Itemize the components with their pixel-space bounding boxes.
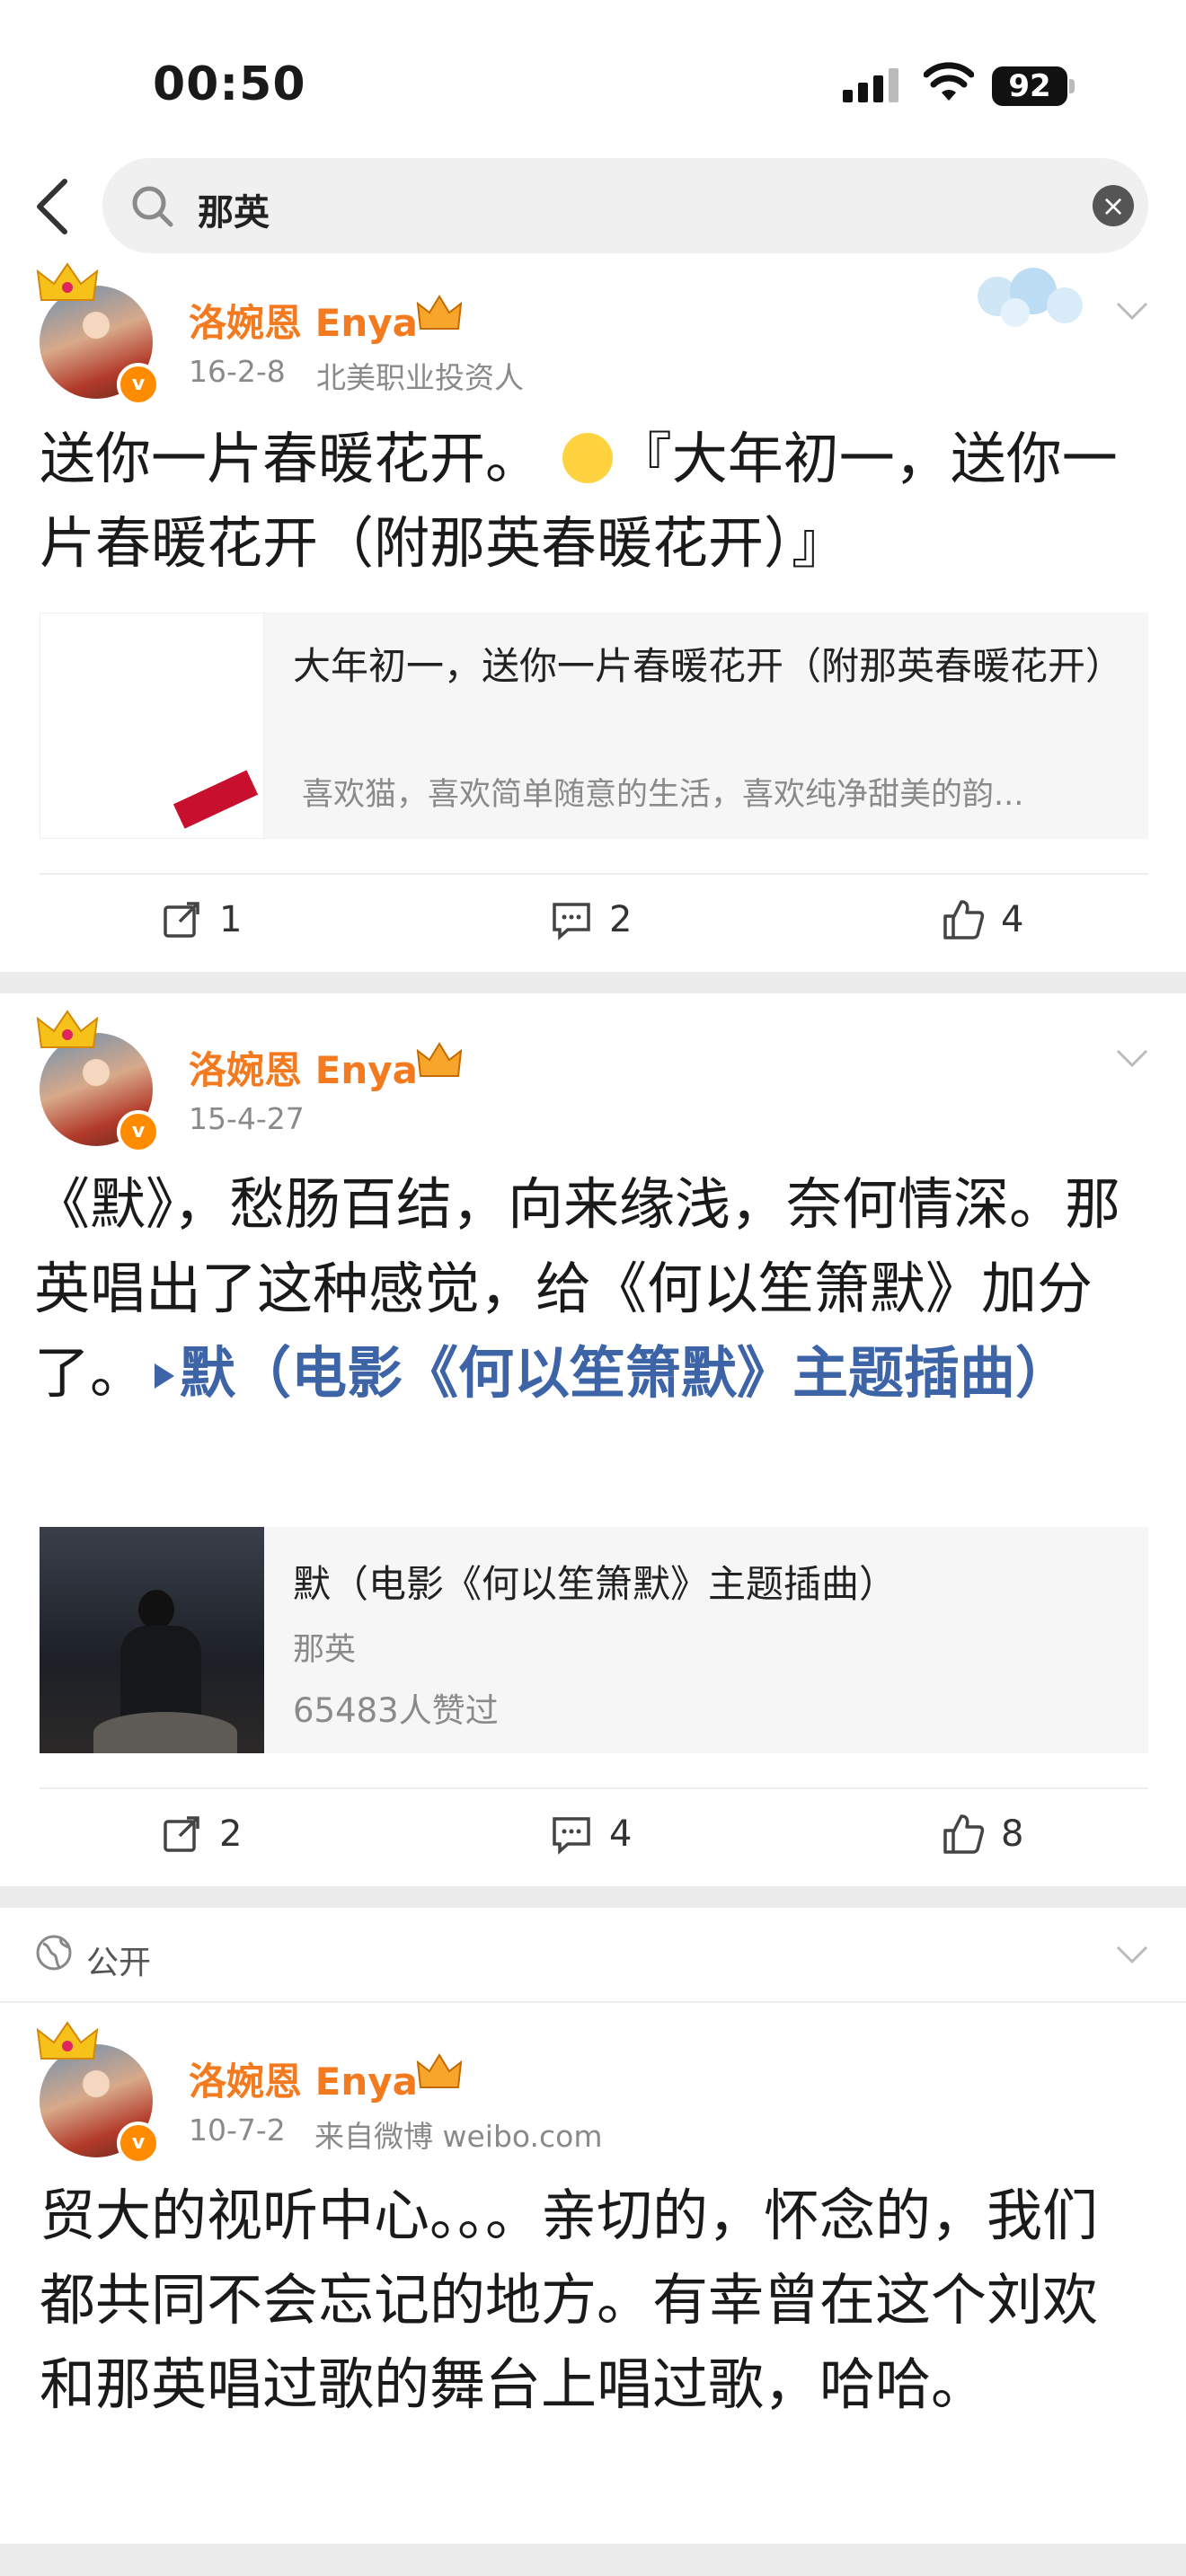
sun-emoji-icon xyxy=(562,433,613,483)
post-source: 北美职业投资人 xyxy=(316,360,524,395)
post-date: 16-2-8 xyxy=(189,354,286,389)
divider xyxy=(0,2001,1186,2003)
repost-icon xyxy=(164,902,199,938)
chevron-down-icon[interactable] xyxy=(1114,300,1150,322)
section-divider xyxy=(0,1886,1186,1908)
verified-badge: v xyxy=(117,1110,160,1153)
section-divider xyxy=(0,972,1186,993)
member-crown-icon xyxy=(416,295,463,330)
wifi-icon xyxy=(924,62,974,101)
cellular-signal-icon xyxy=(843,66,900,102)
thumbs-up-icon xyxy=(943,1814,985,1854)
clear-search-button[interactable]: × xyxy=(1093,185,1134,226)
username[interactable]: 洛婉恩 Enya xyxy=(189,1040,418,1095)
like-button[interactable]: 4 xyxy=(942,893,1023,947)
repost-button[interactable]: 2 xyxy=(160,1807,242,1861)
flower-decoration-icon xyxy=(978,268,1083,327)
crown-icon xyxy=(36,262,99,301)
comment-icon xyxy=(553,1817,590,1855)
card-artist: 那英 xyxy=(293,1632,357,1668)
chevron-down-icon[interactable] xyxy=(1114,1047,1150,1069)
post-date: 10-7-2 xyxy=(189,2113,286,2148)
like-button[interactable]: 8 xyxy=(942,1807,1023,1861)
play-icon xyxy=(155,1363,175,1389)
verified-badge: v xyxy=(117,363,160,406)
music-link[interactable]: 默（电影《何以笙箫默》主题插曲） xyxy=(146,1340,1071,1406)
comment-button[interactable]: 2 xyxy=(550,893,632,947)
battery-cap xyxy=(1069,79,1075,93)
post-text: 贸大的视听中心。。。亲切的，怀念的，我们都共同不会忘记的地方。有幸曾在这个刘欢和… xyxy=(40,2183,1099,2417)
username[interactable]: 洛婉恩 Enya xyxy=(189,293,418,348)
crown-icon xyxy=(36,1010,99,1048)
divider xyxy=(40,1787,1148,1789)
section-divider xyxy=(0,2544,1186,2576)
verified-badge: v xyxy=(117,2122,160,2165)
member-crown-icon xyxy=(416,1042,463,1077)
chevron-down-icon[interactable] xyxy=(1114,1944,1150,1965)
member-crown-icon xyxy=(416,2053,463,2088)
card-subtitle: 喜欢猫，喜欢简单随意的生活，喜欢纯净甜美的韵... xyxy=(302,777,1024,813)
post-source: 来自微博 weibo.com xyxy=(314,2119,603,2154)
comment-icon xyxy=(553,903,590,940)
search-query[interactable]: 那英 xyxy=(198,183,270,235)
visibility-label: 公开 xyxy=(86,1945,152,1981)
battery-indicator: 92 xyxy=(992,66,1067,106)
card-title: 大年初一，送你一片春暖花开（附那英春暖花开） xyxy=(293,644,1124,688)
status-time: 00:50 xyxy=(153,57,306,111)
comment-button[interactable]: 4 xyxy=(550,1807,632,1861)
globe-icon xyxy=(36,1935,72,1971)
divider xyxy=(40,873,1148,875)
thumbs-up-icon xyxy=(943,900,985,940)
post-text: 《默》，愁肠百结，向来缘浅，奈何情深。那英唱出了这种感觉，给《何以笙箫默》加分了… xyxy=(34,1171,1121,1406)
repost-button[interactable]: 1 xyxy=(160,893,242,947)
crown-icon xyxy=(36,2021,99,2060)
album-cover xyxy=(40,1527,264,1753)
repost-icon xyxy=(164,1816,199,1852)
card-likes: 65483人赞过 xyxy=(293,1691,499,1730)
search-icon xyxy=(132,186,173,227)
card-thumbnail xyxy=(40,613,264,839)
username[interactable]: 洛婉恩 Enya xyxy=(189,2051,418,2106)
post-date: 15-4-27 xyxy=(189,1101,305,1136)
post-text: 送你一片春暖花开。 『大年初一，送你一片春暖花开（附那英春暖花开）』 xyxy=(40,426,1118,576)
back-icon[interactable] xyxy=(32,178,72,235)
card-title: 默（电影《何以笙箫默》主题插曲） xyxy=(293,1562,898,1606)
